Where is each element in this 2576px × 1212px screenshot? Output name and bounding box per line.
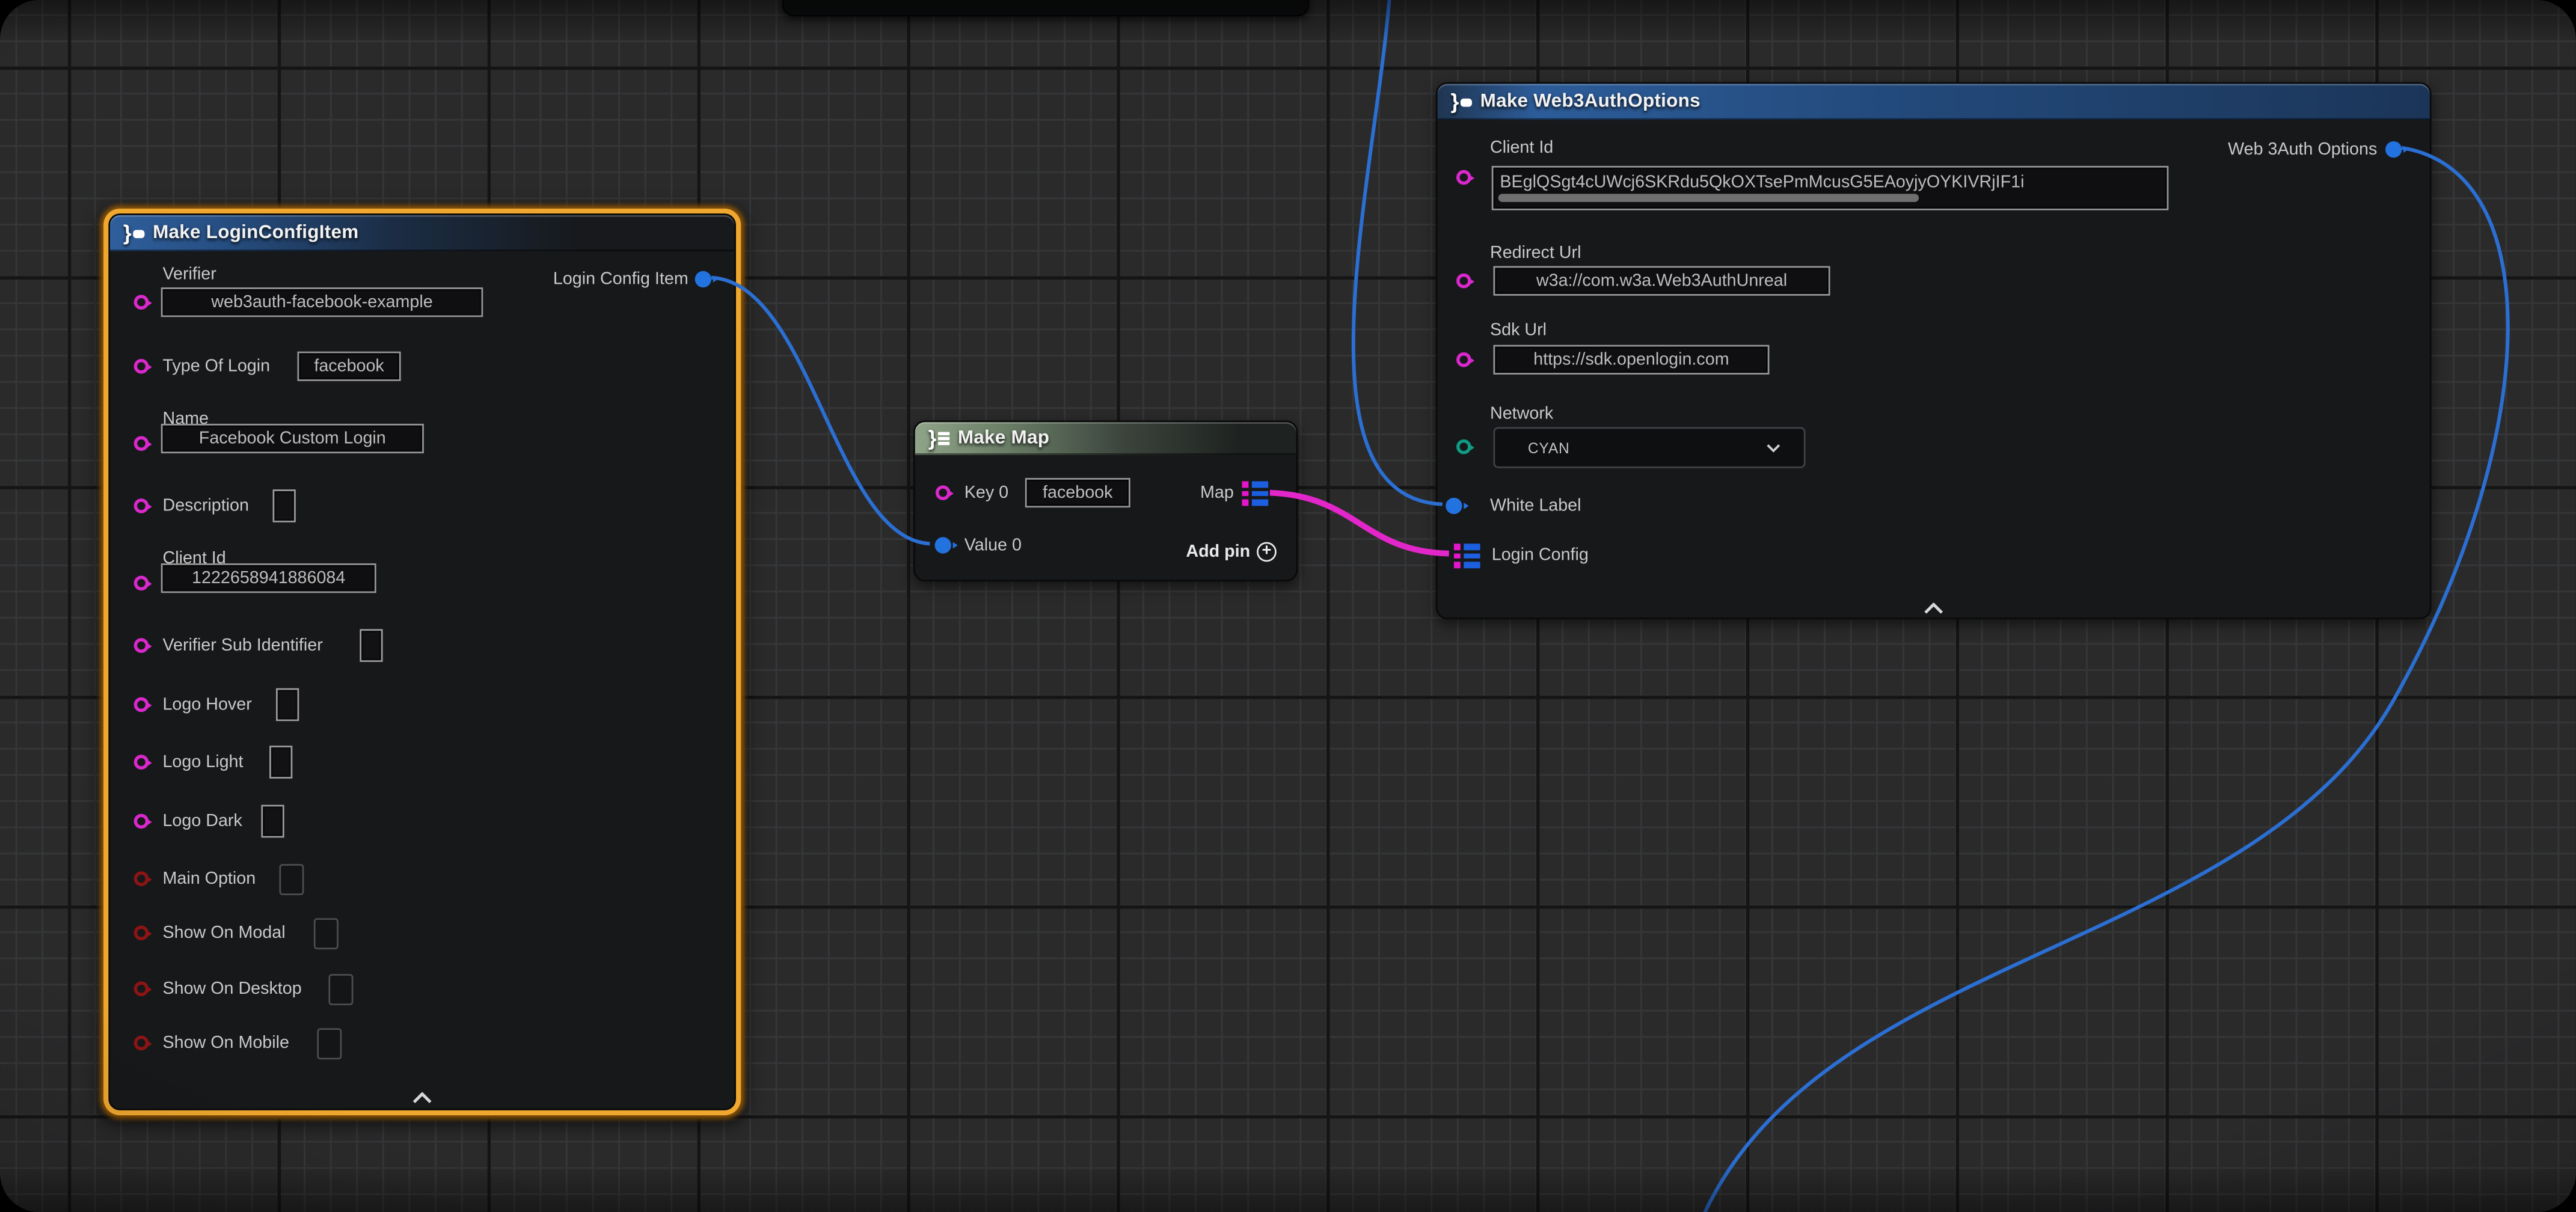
pin-name[interactable] [134,436,149,451]
offscreen-node-top[interactable] [782,0,1309,16]
pin-redirect-url[interactable] [1456,274,1471,289]
pin-type-of-login[interactable] [134,359,149,374]
add-pin-label: Add pin [1186,542,1250,562]
chevron-down-icon [1766,442,1781,452]
field-label-network: Network [1490,404,1553,424]
output-label: Web 3Auth Options [2228,139,2377,159]
network-dropdown-value: CYAN [1528,439,1570,456]
pin-client-id[interactable] [134,576,149,591]
input-description[interactable] [273,489,296,522]
field-label-login-config: Login Config [1492,545,1589,565]
checkbox-show-on-desktop[interactable] [328,974,353,1005]
field-label-main-option: Main Option [162,869,256,889]
blueprint-graph-canvas[interactable]: } Make LoginConfigItem Login Config Item… [0,0,2576,1212]
input-logo-hover[interactable] [276,688,299,721]
pin-show-on-modal[interactable] [134,926,149,941]
field-label-redirect-url: Redirect Url [1490,243,1581,263]
pin-description[interactable] [134,498,149,513]
pin-verifier[interactable] [134,295,149,310]
input-client-id[interactable]: BEglQSgt4cUWcj6SKRdu5QkOXTsePmMcusG5EAoy… [1492,166,2169,210]
checkbox-main-option[interactable] [279,864,304,895]
add-pin-icon[interactable]: + [1257,542,1277,562]
pin-value0[interactable] [935,537,951,553]
field-label-logo-light: Logo Light [162,752,243,772]
pin-sdk-url[interactable] [1456,352,1471,367]
field-label-description: Description [162,496,249,516]
wire-loginconfigitem-to-value0[interactable] [711,278,930,544]
collapse-chevron-icon[interactable] [412,1082,432,1112]
pin-key0[interactable] [936,485,951,500]
input-verifier-sub-identifier[interactable] [360,629,382,662]
field-label-show-on-mobile: Show On Mobile [162,1033,289,1053]
pin-show-on-desktop[interactable] [134,981,149,996]
field-label-logo-hover: Logo Hover [162,695,251,715]
wire-top-to-whitelabel[interactable] [1354,0,1443,504]
pin-verifier-sub-identifier[interactable] [134,638,149,653]
field-label-logo-dark: Logo Dark [162,812,242,831]
field-label-verifier: Verifier [162,265,216,284]
output-pin-web3auth-options[interactable] [2385,141,2402,158]
field-label-show-on-desktop: Show On Desktop [162,979,301,999]
node-title: Make LoginConfigItem [153,224,358,243]
input-logo-light[interactable] [269,745,292,779]
make-container-icon: } [928,430,950,447]
node-header[interactable]: } Make Web3AuthOptions [1438,84,2430,120]
checkbox-show-on-modal[interactable] [314,918,339,949]
input-client-id-scrollbar[interactable] [1498,194,1919,201]
make-struct-icon: } [123,225,145,241]
field-label-white-label: White Label [1490,496,1581,516]
input-name[interactable]: Facebook Custom Login [161,424,424,453]
field-label-type-of-login: Type Of Login [162,357,270,376]
node-header[interactable]: } Make Map [915,422,1296,455]
field-label-value0: Value 0 [964,536,1022,556]
make-struct-icon: } [1450,94,1472,110]
pin-network[interactable] [1456,439,1471,454]
network-dropdown[interactable]: CYAN [1493,427,1805,468]
checkbox-show-on-mobile[interactable] [317,1028,342,1059]
node-header[interactable]: } Make LoginConfigItem [110,215,734,251]
input-redirect-url[interactable]: w3a://com.w3a.Web3AuthUnreal [1493,266,1830,296]
pin-logo-hover[interactable] [134,697,149,712]
input-verifier[interactable]: web3auth-facebook-example [161,287,483,317]
input-client-id[interactable]: 1222658941886084 [161,563,376,593]
node-make-loginconfigitem[interactable]: } Make LoginConfigItem Login Config Item… [108,213,736,1110]
pin-client-id[interactable] [1456,170,1471,185]
collapse-chevron-icon[interactable] [1924,593,1943,622]
node-title: Make Web3AuthOptions [1480,92,1700,112]
input-type-of-login[interactable]: facebook [298,352,401,381]
pin-white-label[interactable] [1446,498,1462,514]
field-label-sdk-url: Sdk Url [1490,320,1547,340]
pin-login-config-map-icon[interactable] [1454,543,1482,568]
pin-logo-dark[interactable] [134,814,149,829]
output-pin-login-config-item[interactable] [695,271,711,287]
field-label-client-id: Client Id [1490,138,1553,158]
input-key0[interactable]: facebook [1025,478,1130,507]
field-label-key0: Key 0 [964,483,1008,503]
field-label-show-on-modal: Show On Modal [162,923,285,943]
map-pin-icon[interactable] [1242,482,1269,506]
input-logo-dark[interactable] [261,805,284,838]
node-make-web3authoptions[interactable]: } Make Web3AuthOptions Web 3Auth Options… [1436,82,2432,619]
output-label-map: Map [1200,483,1234,503]
pin-main-option[interactable] [134,871,149,886]
pin-show-on-mobile[interactable] [134,1036,149,1051]
pin-logo-light[interactable] [134,754,149,770]
node-make-map[interactable]: } Make Map Key 0 facebook Map Value 0 Ad… [913,420,1298,581]
field-label-verifier-sub-identifier: Verifier Sub Identifier [162,635,322,655]
output-label: Login Config Item [553,269,688,289]
node-title: Make Map [958,429,1049,448]
input-sdk-url[interactable]: https://sdk.openlogin.com [1493,345,1769,375]
